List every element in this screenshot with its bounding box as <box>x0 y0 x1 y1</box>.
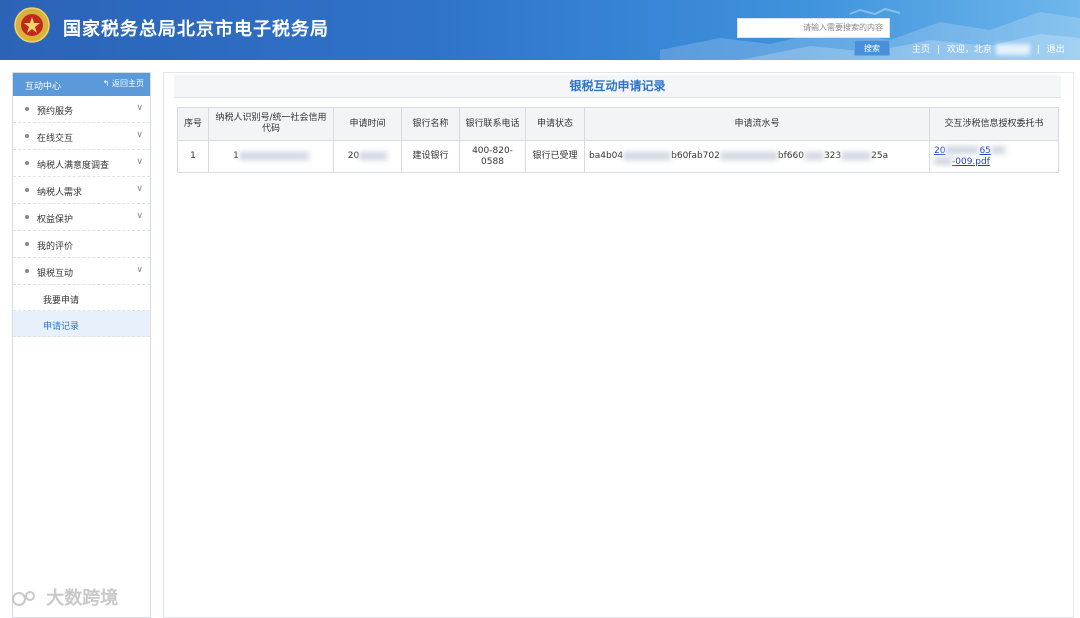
sidebar: 互动中心 ↰ 返回主页 预约服务 ∨ 在线交互 ∨ 纳税人满意度调查 ∨ 纳税人… <box>12 72 151 618</box>
records-table: 序号 纳税人识别号/统一社会信用代码 申请时间 银行名称 银行联系电话 申请状态… <box>177 107 1059 173</box>
watermark: 大数跨境 <box>10 584 118 610</box>
separator: | <box>936 45 940 55</box>
separator: | <box>1036 45 1040 55</box>
bank-name-cell: 建设银行 <box>401 140 460 173</box>
sidebar-item-rights-protection[interactable]: 权益保护 ∨ <box>13 204 150 231</box>
row-index: 1 <box>177 140 209 173</box>
redacted-value <box>990 146 1005 154</box>
chevron-down-icon: ∨ <box>136 184 143 194</box>
sidebar-item-taxpayer-needs[interactable]: 纳税人需求 ∨ <box>13 177 150 204</box>
column-header: 申请流水号 <box>584 107 930 141</box>
bullet-icon <box>25 269 29 273</box>
apply-time-cell: 20 <box>333 140 402 173</box>
redacted-value <box>934 157 952 165</box>
bullet-icon <box>25 215 29 219</box>
redacted-value <box>841 151 872 160</box>
chevron-down-icon: ∨ <box>136 157 143 167</box>
sidebar-item-my-evaluation[interactable]: 我的评价 <box>13 231 150 258</box>
column-header: 申请时间 <box>333 107 402 141</box>
table-row: 1 1 20 建设银行 400-820-0588 银行已受理 ba4b04 b60… <box>177 140 1059 173</box>
bullet-icon <box>25 107 29 111</box>
back-home-link[interactable]: ↰ 返回主页 <box>103 78 144 89</box>
sidebar-item-satisfaction-survey[interactable]: 纳税人满意度调查 ∨ <box>13 150 150 177</box>
column-header: 申请状态 <box>525 107 585 141</box>
tax-emblem-icon <box>14 7 50 43</box>
authorization-file-cell: 20 65 -009.pdf <box>929 140 1059 173</box>
welcome-text: 欢迎，北京 <box>946 45 992 55</box>
search-button[interactable]: 搜索 <box>854 40 890 56</box>
sidebar-header: 互动中心 ↰ 返回主页 <box>13 73 150 96</box>
home-link[interactable]: 主页 <box>912 45 930 55</box>
redacted-username <box>995 44 1030 55</box>
column-header: 纳税人识别号/统一社会信用代码 <box>208 107 334 141</box>
status-cell: 银行已受理 <box>525 140 585 173</box>
bullet-icon <box>25 134 29 138</box>
top-header: 国家税务总局北京市电子税务局 请输入需要搜索的内容 搜索 主页 | 欢迎，北京 … <box>0 0 1080 60</box>
redacted-value <box>238 151 309 160</box>
chevron-down-icon: ∨ <box>136 265 143 275</box>
table-header-row: 序号 纳税人识别号/统一社会信用代码 申请时间 银行名称 银行联系电话 申请状态… <box>177 107 1059 141</box>
redacted-value <box>719 151 778 160</box>
column-header: 交互涉税信息授权委托书 <box>929 107 1059 141</box>
logout-link[interactable]: 退出 <box>1047 45 1065 55</box>
bullet-icon <box>25 188 29 192</box>
sidebar-item-appointment[interactable]: 预约服务 ∨ <box>13 96 150 123</box>
tax-emblem-logo[interactable] <box>12 5 52 53</box>
authorization-file-link[interactable]: 20 65 -009.pdf <box>934 146 1005 167</box>
column-header: 序号 <box>177 107 209 141</box>
site-title: 国家税务总局北京市电子税务局 <box>63 19 329 40</box>
return-arrow-icon: ↰ <box>102 79 110 88</box>
chevron-down-icon: ∨ <box>136 211 143 221</box>
redacted-value <box>359 151 388 160</box>
redacted-value <box>803 151 824 160</box>
sidebar-title: 互动中心 <box>25 82 62 92</box>
sidebar-item-bank-tax-interaction[interactable]: 银税互动 ∨ <box>13 258 150 285</box>
search-input[interactable]: 请输入需要搜索的内容 <box>737 18 890 38</box>
sidebar-subitem-apply[interactable]: 我要申请 <box>13 285 150 311</box>
redacted-value <box>623 151 672 160</box>
bank-phone-cell: 400-820-0588 <box>459 140 526 173</box>
chevron-down-icon: ∨ <box>136 130 143 140</box>
column-header: 银行联系电话 <box>459 107 526 141</box>
redacted-value <box>945 146 980 154</box>
bullet-icon <box>25 161 29 165</box>
bullet-icon <box>25 242 29 246</box>
watermark-logo-icon <box>12 591 35 606</box>
serial-number-cell: ba4b04 b60fab702 bf660 323 25a <box>584 140 930 173</box>
main-panel: 银税互动申请记录 序号 纳税人识别号/统一社会信用代码 申请时间 银行名称 银行… <box>163 72 1074 618</box>
sidebar-item-online-interaction[interactable]: 在线交互 ∨ <box>13 123 150 150</box>
column-header: 银行名称 <box>401 107 460 141</box>
tax-id-cell: 1 <box>208 140 334 173</box>
sidebar-subitem-records[interactable]: 申请记录 <box>13 311 150 337</box>
chevron-down-icon: ∨ <box>136 103 143 113</box>
page-title: 银税互动申请记录 <box>174 75 1061 98</box>
top-links: 主页 | 欢迎，北京 | 退出 <box>912 42 1069 55</box>
